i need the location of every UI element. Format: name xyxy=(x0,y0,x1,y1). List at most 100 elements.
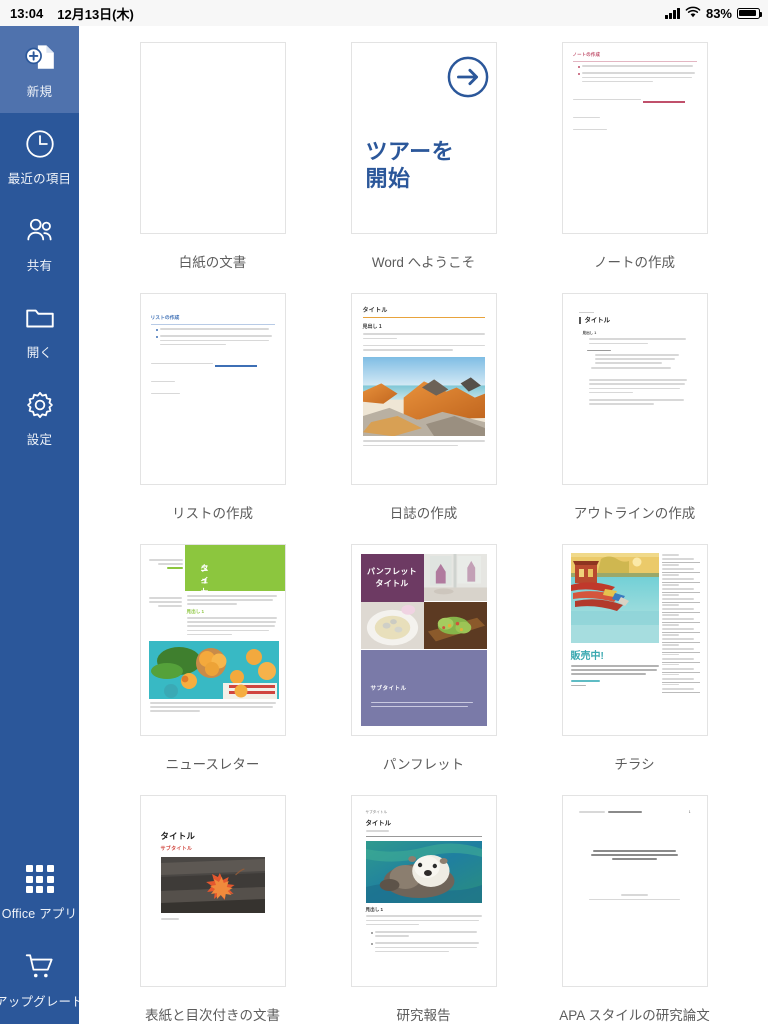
thumb-photo-boats xyxy=(570,553,659,643)
status-date: 12月13日(木) xyxy=(57,6,134,22)
thumb-title: タイトル xyxy=(160,831,196,841)
template-card-cover[interactable]: タイトル サブタイトル 表紙と目次付きの文書 xyxy=(107,795,318,1024)
apa-running-head: 1 xyxy=(578,810,691,814)
thumb-heading: 見出し 1 xyxy=(362,324,382,331)
thumb-photo-window xyxy=(423,554,487,602)
template-card-pamphlet[interactable]: パンフレット タイトル サブタイトル パンフレット xyxy=(318,544,529,795)
template-gallery: 白紙の文書 ツアーを 開始 Word へようこそ ノートの作成 ノートの作成 リ… xyxy=(79,26,768,1024)
gear-icon xyxy=(23,388,57,422)
template-caption: 表紙と目次付きの文書 xyxy=(145,1008,280,1023)
battery-icon xyxy=(737,7,763,19)
template-card-outline[interactable]: タイトル 見出し 1 アウトラインの作成 xyxy=(529,293,740,544)
app-grid-icon xyxy=(23,862,57,896)
status-bar: 13:04 12月13日(木) 83% xyxy=(0,0,768,26)
template-card-notes[interactable]: ノートの作成 ノートの作成 xyxy=(529,42,740,293)
template-card-journal[interactable]: タイトル 見出し 1 日誌の作成 xyxy=(318,293,529,544)
thumb-heading: 見出し 1 xyxy=(186,608,205,614)
tour-text-line2: 開始 xyxy=(365,165,411,191)
template-card-flyer[interactable]: 販売中! チラシ xyxy=(529,544,740,795)
template-caption: パンフレット xyxy=(382,757,465,772)
template-thumbnail[interactable]: リストの作成 xyxy=(139,293,286,485)
template-card-list[interactable]: リストの作成 リストの作成 xyxy=(107,293,318,544)
template-thumbnail[interactable]: 1 xyxy=(561,795,708,987)
newsletter-sidebar xyxy=(148,559,183,572)
template-caption: チラシ xyxy=(614,757,655,772)
template-caption: APA スタイルの研究論文 xyxy=(559,1008,710,1023)
pamphlet-title-line1: パンフレット xyxy=(367,567,417,576)
template-card-welcome[interactable]: ツアーを 開始 Word へようこそ xyxy=(318,42,529,293)
newsletter-title-band: ニュースレター タイトル xyxy=(184,545,285,643)
sidebar-item-recent[interactable]: 最近の項目 xyxy=(0,113,79,200)
thumb-heading: 見出し 1 xyxy=(365,907,384,913)
status-bar-left: 13:04 12月13日(木) xyxy=(10,4,134,23)
template-caption: Word へようこそ xyxy=(371,255,476,270)
people-icon xyxy=(23,214,57,248)
template-thumbnail[interactable] xyxy=(139,42,286,234)
template-caption: リストの作成 xyxy=(172,506,253,521)
thumb-subtitle: サブタイトル xyxy=(370,686,407,692)
clock-icon xyxy=(23,127,57,161)
template-caption: アウトラインの作成 xyxy=(573,506,696,521)
thumb-heading: リストの作成 xyxy=(150,316,180,321)
template-caption: 白紙の文書 xyxy=(178,255,247,270)
template-card-newsletter[interactable]: ニュースレター タイトル 見出し 1 xyxy=(107,544,318,795)
template-caption: ニュースレター xyxy=(165,757,260,772)
thumb-photo-salad xyxy=(423,602,487,650)
template-caption: 研究報告 xyxy=(396,1008,451,1023)
sidebar-item-label: 新規 xyxy=(26,84,53,99)
template-card-apa[interactable]: 1 APA スタイルの研究論文 xyxy=(529,795,740,1024)
template-thumbnail[interactable]: タイトル 見出し 1 xyxy=(350,293,497,485)
template-thumbnail[interactable]: ノートの作成 xyxy=(561,42,708,234)
sidebar-item-label: 共有 xyxy=(26,258,53,273)
sidebar-item-office-apps[interactable]: Office アプリ xyxy=(0,848,79,936)
template-caption: 日誌の作成 xyxy=(389,506,458,521)
template-card-blank[interactable]: 白紙の文書 xyxy=(107,42,318,293)
tour-text-line1: ツアーを xyxy=(365,139,455,164)
thumb-photo-coast xyxy=(362,357,485,437)
thumb-title: タイトル xyxy=(365,820,392,827)
thumb-photo-sea-otter xyxy=(365,841,482,904)
sidebar-item-shared[interactable]: 共有 xyxy=(0,200,79,287)
circle-arrow-right-icon xyxy=(447,56,489,98)
sidebar-item-label: アップグレード xyxy=(0,995,84,1009)
flyer-tear-off-tabs xyxy=(661,553,700,693)
template-grid: 白紙の文書 ツアーを 開始 Word へようこそ ノートの作成 ノートの作成 リ… xyxy=(79,26,768,1024)
status-bar-right: 83% xyxy=(665,5,763,21)
cellular-bars-icon xyxy=(665,7,680,19)
sidebar-item-label: 設定 xyxy=(26,432,53,447)
sidebar-bottom-group: Office アプリ アップグレード xyxy=(0,848,84,1024)
pamphlet-title-block: パンフレット タイトル xyxy=(360,554,424,602)
template-thumbnail[interactable]: パンフレット タイトル サブタイトル xyxy=(350,544,497,736)
battery-percent: 83% xyxy=(705,5,732,21)
pamphlet-subtitle-block: サブタイトル xyxy=(360,650,487,726)
status-time: 13:04 xyxy=(10,5,44,21)
pamphlet-title-line2: タイトル xyxy=(375,579,409,588)
sidebar-item-label: 開く xyxy=(26,345,53,360)
template-thumbnail[interactable]: ニュースレター タイトル 見出し 1 xyxy=(139,544,286,736)
sidebar-item-open[interactable]: 開く xyxy=(0,287,79,374)
thumb-subtitle: サブタイトル xyxy=(160,846,193,852)
thumb-title: タイトル xyxy=(362,308,388,314)
shopping-cart-icon xyxy=(23,950,57,984)
template-thumbnail[interactable]: 販売中! xyxy=(561,544,708,736)
thumb-photo-maple-leaf xyxy=(160,857,265,913)
template-thumbnail[interactable]: タイトル 見出し 1 xyxy=(561,293,708,485)
template-card-report[interactable]: サブタイトル タイトル 見出し 1 研究報告 xyxy=(318,795,529,1024)
template-thumbnail[interactable]: ツアーを 開始 xyxy=(350,42,497,234)
pamphlet-collage: パンフレット タイトル xyxy=(360,554,487,650)
sidebar-item-label: 最近の項目 xyxy=(7,171,72,186)
thumb-photo-apricots xyxy=(148,641,279,699)
sidebar-item-upgrade[interactable]: アップグレード xyxy=(0,936,84,1024)
template-thumbnail[interactable]: サブタイトル タイトル 見出し 1 xyxy=(350,795,497,987)
folder-icon xyxy=(23,301,57,335)
thumb-heading: ノートの作成 xyxy=(572,52,601,57)
template-thumbnail[interactable]: タイトル サブタイトル xyxy=(139,795,286,987)
apa-page-number: 1 xyxy=(688,810,691,814)
sidebar-item-new[interactable]: 新規 xyxy=(0,26,79,113)
thumb-subtitle: サブタイトル xyxy=(365,810,388,814)
sidebar-item-label: Office アプリ xyxy=(1,907,78,921)
sidebar-item-settings[interactable]: 設定 xyxy=(0,374,79,461)
new-document-icon xyxy=(23,40,57,74)
thumb-photo-pasta xyxy=(360,602,424,650)
